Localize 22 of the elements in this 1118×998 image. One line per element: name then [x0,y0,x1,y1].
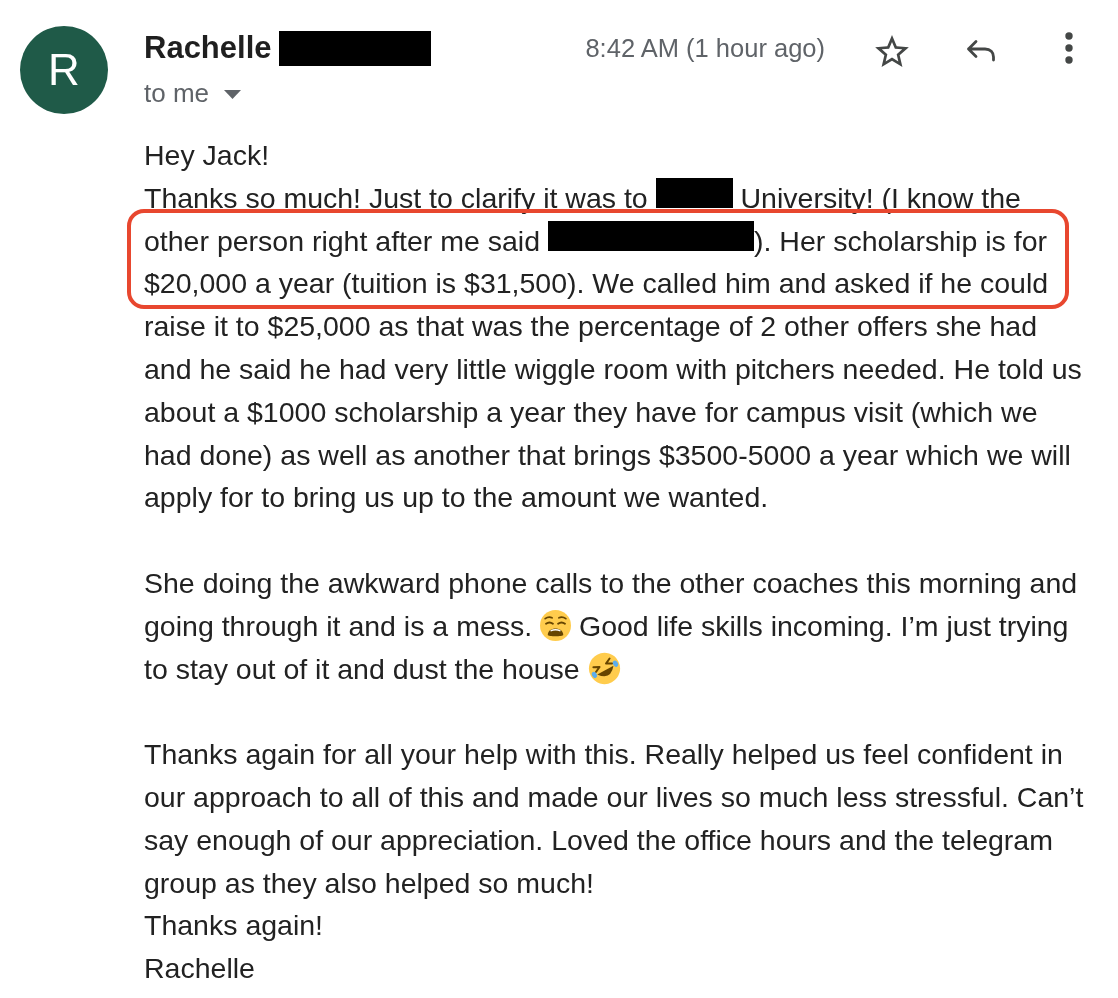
body-text: other person right after me said [144,224,542,257]
more-options-icon[interactable] [1065,32,1073,64]
body-text: Thanks again! [144,909,324,942]
avatar: R [20,26,108,114]
caret-icon [224,89,242,99]
body-text: She doing the awkward phone calls to the other coaches this morning and [144,566,1078,599]
body-text: Rachelle [144,952,255,985]
body-text: $20,000 a year (tuition is $31,500). We called him and asked if he could raise it to $25,000 as that was the percentage of 2 other offers she had and he said he had very little wiggle room with pitchers needed. He told us about a $1000 scholarship a year they have for campus visit (which we had done) as well as another that brings $3500-5000 a year which we will apply for to bring us up to the amount we wanted. [144,267,1082,514]
body-text: going through it and is a mess. [144,609,534,642]
sender-name: Rachelle [144,29,272,67]
body-text: Thanks again for all your help with this. Really helped us feel confident in our approach to all of this and made our lives so much less stressful. Can’t say enough of our appreciation. Loved the office hours and the telegram group as they also helped so much! [144,738,1084,899]
body-text: to stay out of it and dust the house [144,652,581,685]
recipient-dropdown[interactable]: to me [144,78,242,108]
body-text: Hey Jack! [144,139,270,171]
body-text: ). Her scholarship is for [753,224,1047,257]
timestamp: 8:42 AM (1 hour ago) [585,33,825,64]
laughing-face-icon [587,651,621,685]
body-text: Good life skills incoming. I’m just trying [578,609,1069,642]
weary-face-icon [540,609,572,641]
star-icon[interactable] [875,35,909,67]
body-text: Thanks so much! Just to clarify it was to [144,181,649,214]
reply-icon[interactable] [966,38,996,62]
